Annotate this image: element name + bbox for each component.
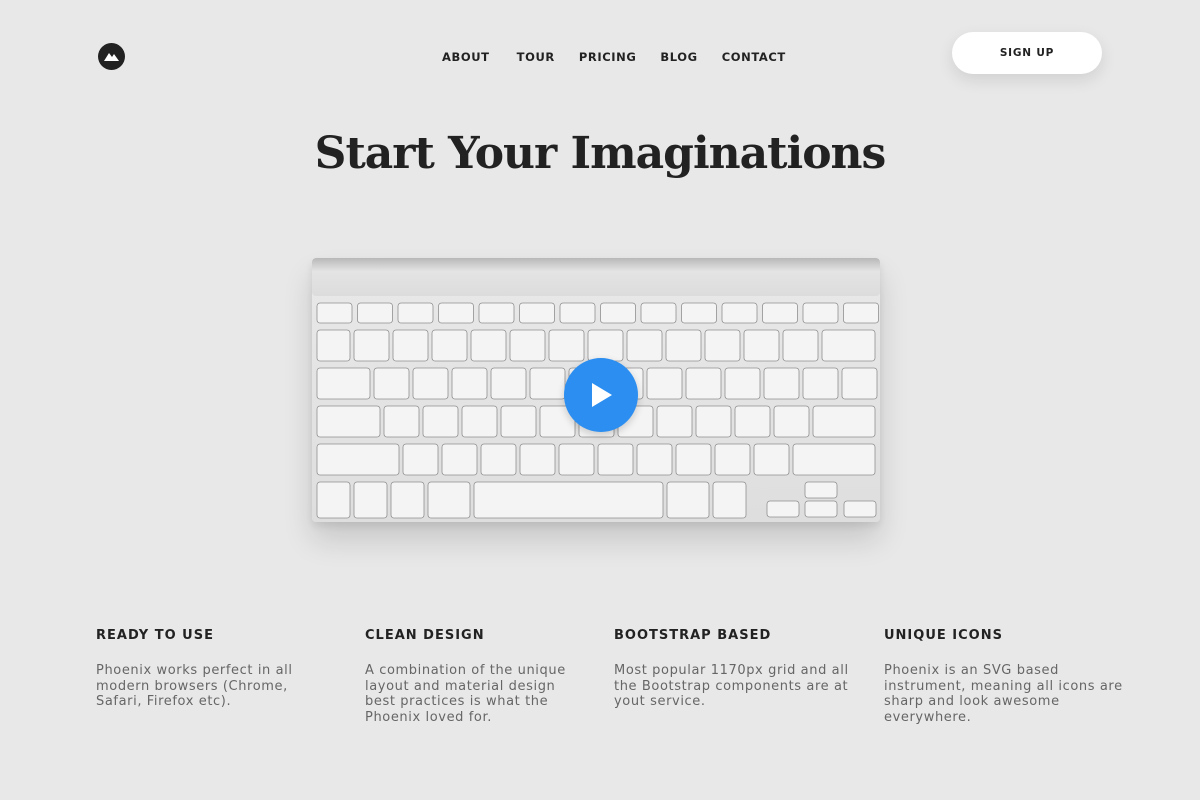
keyboard-key — [734, 405, 771, 438]
keyboard-key — [685, 367, 722, 400]
keyboard-key — [316, 367, 371, 400]
keyboard-key — [763, 367, 800, 400]
keyboard-key — [626, 329, 663, 362]
keyboard-key — [422, 405, 459, 438]
keyboard-key — [804, 500, 838, 518]
keyboard-key — [316, 481, 351, 519]
keyboard-key — [373, 367, 410, 400]
keyboard-key — [721, 302, 758, 324]
keyboard-key — [490, 367, 527, 400]
nav-contact[interactable]: CONTACT — [722, 50, 786, 64]
keyboard-key — [383, 405, 420, 438]
keyboard-key — [714, 443, 751, 476]
keyboard-key — [773, 405, 810, 438]
keyboard-key — [441, 443, 478, 476]
keyboard-key — [762, 302, 798, 324]
keyboard-key — [712, 481, 747, 519]
keyboard-key — [841, 367, 878, 400]
keyboard-key — [427, 481, 471, 519]
play-video-button[interactable] — [564, 358, 638, 432]
keyboard-key — [782, 329, 819, 362]
keyboard-key — [792, 443, 876, 476]
keyboard-key — [316, 405, 381, 438]
feature-title: READY TO USE — [96, 628, 214, 643]
keyboard-key — [431, 329, 468, 362]
keyboard-key — [353, 329, 390, 362]
feature-unique-icons: UNIQUE ICONS Phoenix is an SVG based ins… — [884, 628, 1124, 725]
keyboard-key — [743, 329, 780, 362]
feature-text: Phoenix works perfect in all modern brow… — [96, 663, 293, 710]
feature-clean-design: CLEAN DESIGN A combination of the unique… — [365, 628, 590, 725]
nav-blog[interactable]: BLOG — [660, 50, 697, 64]
feature-text: Most popular 1170px grid and all the Boo… — [614, 663, 849, 710]
keyboard-key — [600, 302, 636, 324]
signup-button[interactable]: SIGN UP — [952, 32, 1102, 74]
keyboard-key — [480, 443, 517, 476]
keyboard-key — [438, 302, 474, 324]
nav-tour[interactable]: TOUR — [517, 50, 555, 64]
keyboard-key — [402, 443, 439, 476]
keyboard-key — [675, 443, 712, 476]
keyboard-key — [558, 443, 595, 476]
keyboard-key — [470, 329, 507, 362]
keyboard-key — [451, 367, 488, 400]
keyboard-key — [529, 367, 566, 400]
keyboard-key — [519, 443, 556, 476]
keyboard-key — [753, 443, 790, 476]
keyboard-key — [390, 481, 425, 519]
keyboard-key — [656, 405, 693, 438]
keyboard-key — [640, 302, 677, 324]
keyboard-key — [392, 329, 429, 362]
feature-title: BOOTSTRAP BASED — [614, 628, 772, 643]
hero-title: Start Your Imaginations — [314, 128, 887, 179]
keyboard-key — [646, 367, 683, 400]
keyboard-key — [509, 329, 546, 362]
keyboard-key — [548, 329, 585, 362]
keyboard-key — [316, 302, 353, 324]
keyboard-key — [636, 443, 673, 476]
keyboard-key — [843, 302, 879, 324]
keyboard-key — [353, 481, 388, 519]
play-icon — [592, 383, 612, 407]
nav-pricing[interactable]: PRICING — [579, 50, 637, 64]
keyboard-key — [704, 329, 741, 362]
keyboard-key — [665, 329, 702, 362]
keyboard-key — [587, 329, 624, 362]
keyboard-key — [412, 367, 449, 400]
keyboard-key — [519, 302, 555, 324]
keyboard-key — [316, 329, 351, 362]
keyboard-key — [316, 443, 400, 476]
keyboard-key — [802, 367, 839, 400]
keyboard-key — [473, 481, 664, 519]
keyboard-key — [804, 481, 838, 499]
keyboard-key — [357, 302, 393, 324]
feature-text: A combination of the unique layout and m… — [365, 663, 566, 725]
feature-title: CLEAN DESIGN — [365, 628, 485, 643]
feature-title: UNIQUE ICONS — [884, 628, 1003, 643]
feature-text: Phoenix is an SVG based instrument, mean… — [884, 663, 1123, 725]
keyboard-key — [802, 302, 839, 324]
keyboard-key — [681, 302, 717, 324]
keyboard-key — [597, 443, 634, 476]
keyboard-key — [461, 405, 498, 438]
keyboard-key — [500, 405, 537, 438]
keyboard-key — [695, 405, 732, 438]
keyboard-key — [559, 302, 596, 324]
keyboard-key — [821, 329, 876, 362]
feature-ready-to-use: READY TO USE Phoenix works perfect in al… — [96, 628, 321, 710]
feature-bootstrap-based: BOOTSTRAP BASED Most popular 1170px grid… — [614, 628, 849, 710]
keyboard-key — [843, 500, 877, 518]
nav-about[interactable]: ABOUT — [442, 50, 490, 64]
main-nav: ABOUT TOUR PRICING BLOG CONTACT — [442, 50, 810, 64]
keyboard-key — [666, 481, 710, 519]
keyboard-key — [478, 302, 515, 324]
keyboard-key — [724, 367, 761, 400]
keyboard-key — [397, 302, 434, 324]
keyboard-key — [812, 405, 876, 438]
keyboard-key — [766, 500, 800, 518]
mountain-icon — [104, 53, 119, 61]
logo-icon[interactable] — [98, 43, 125, 70]
